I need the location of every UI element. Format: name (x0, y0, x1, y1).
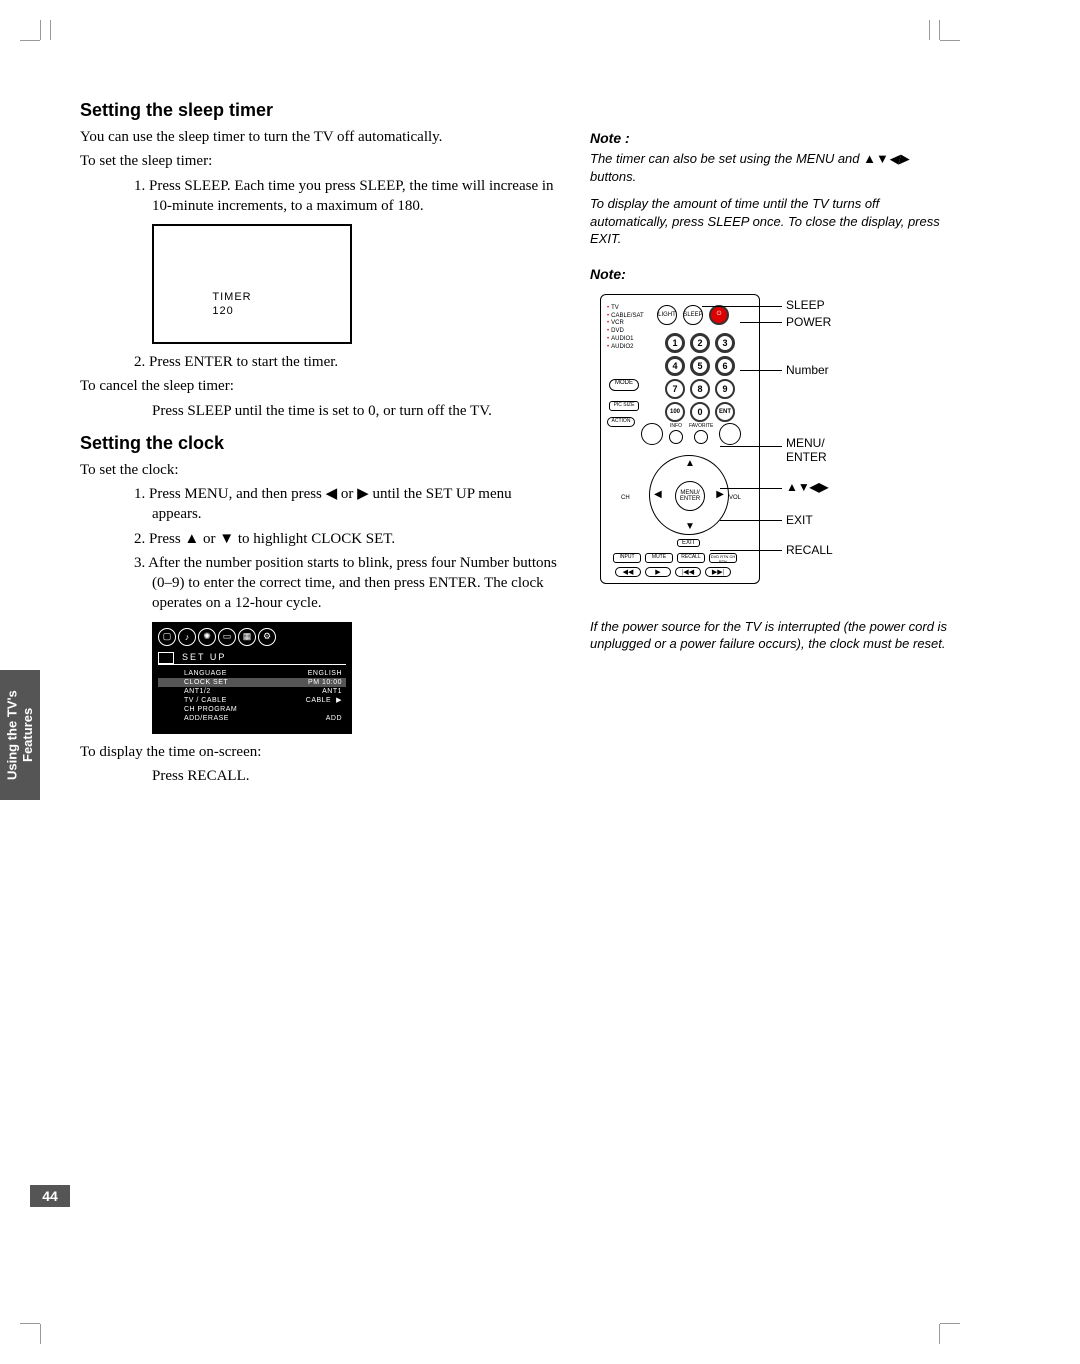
page-number: 44 (30, 1185, 70, 1207)
number-pad: 1 2 3 4 5 6 7 8 9 100 0 ENT (665, 333, 737, 422)
page-content: Using the TV's Features 44 Setting the s… (80, 100, 950, 790)
remote-diagram: TV CABLE/SAT VCR DVD AUDIO1 AUDIO2 LIGHT… (590, 288, 910, 608)
osd-line2: 120 (212, 304, 251, 318)
num-100: 100 (665, 402, 685, 422)
setup-tab-icons: ▢ ♪ ✺ ▭ ▦ ⚙ (158, 628, 346, 646)
callout-sleep: SLEEP (786, 298, 825, 312)
num-9: 9 (715, 379, 735, 399)
remote-note-title: Note: (590, 266, 950, 282)
sleep-button: SLEEP (683, 305, 703, 325)
remote-footnote: If the power source for the TV is interr… (590, 618, 950, 653)
note-text-2: To display the amount of time until the … (590, 195, 950, 248)
action-button: ACTION (607, 417, 635, 427)
callout-power: POWER (786, 315, 831, 329)
transport-row: ◀◀ ▶ |◀◀ ▶▶| (615, 567, 731, 577)
tab-icon: ▦ (238, 628, 256, 646)
remote-body: TV CABLE/SAT VCR DVD AUDIO1 AUDIO2 LIGHT… (600, 294, 760, 584)
info-button (669, 430, 683, 444)
setup-row-highlighted: CLOCK SETPM 10:00 (158, 678, 346, 687)
setup-title: SET UP (158, 652, 346, 665)
intro-text: You can use the sleep timer to turn the … (80, 127, 560, 147)
cancel-step: Press SLEEP until the time is set to 0, … (80, 401, 560, 421)
menu-enter-button: MENU/ ENTER (675, 481, 705, 511)
picsize-button: PIC SIZE (609, 401, 639, 411)
fav-button (694, 430, 708, 444)
setup-row: ANT1/2ANT1 (158, 687, 346, 696)
setup-row: TV / CABLECABLE ▶ (158, 696, 346, 705)
dpad: ▲ ▼ ◀ ▶ MENU/ ENTER (649, 455, 729, 535)
tab-icon: ♪ (178, 628, 196, 646)
side-column: Note : The timer can also be set using t… (590, 100, 950, 790)
heading-sleep-timer: Setting the sleep timer (80, 100, 560, 121)
rew-icon: ◀◀ (615, 567, 641, 577)
mode-button: MODE (609, 379, 639, 391)
tab-icon: ✺ (198, 628, 216, 646)
note-text-1: The timer can also be set using the MENU… (590, 150, 950, 185)
tab-icon: ▢ (158, 628, 176, 646)
guide-button (641, 423, 663, 445)
callout-number: Number (786, 363, 829, 377)
step-1: 1. Press SLEEP. Each time you press SLEE… (80, 176, 560, 217)
play-icon: ▶ (645, 567, 671, 577)
exit-button: EXIT (677, 539, 700, 547)
device-list: TV CABLE/SAT VCR DVD AUDIO1 AUDIO2 (607, 305, 644, 352)
tab-icon: ▭ (218, 628, 236, 646)
num-3: 3 (715, 333, 735, 353)
cancel-lead: To cancel the sleep timer: (80, 376, 560, 396)
ent-button: ENT (715, 402, 735, 422)
setup-row: ADD/ERASEADD (158, 714, 346, 723)
power-button: ⏻ (709, 305, 729, 325)
num-5: 5 (690, 356, 710, 376)
clock-step-2: 2. Press ▲ or ▼ to highlight CLOCK SET. (80, 529, 560, 549)
light-button: LIGHT (657, 305, 677, 325)
mid-row: INFO FAVORITE (641, 423, 741, 445)
side-button (719, 423, 741, 445)
step-2: 2. Press ENTER to start the timer. (80, 352, 560, 372)
heading-clock: Setting the clock (80, 433, 560, 454)
clock-lead: To set the clock: (80, 460, 560, 480)
clock-step-3: 3. After the number position starts to b… (80, 553, 560, 614)
prev-icon: |◀◀ (675, 567, 701, 577)
clock-step-1: 1. Press MENU, and then press ◀ or ▶ unt… (80, 484, 560, 525)
num-8: 8 (690, 379, 710, 399)
num-1: 1 (665, 333, 685, 353)
num-0: 0 (690, 402, 710, 422)
main-column: Setting the sleep timer You can use the … (80, 100, 560, 790)
num-6: 6 (715, 356, 735, 376)
osd-timer-screenshot: TIMER 120 (152, 224, 352, 344)
tv-icon (158, 652, 174, 664)
tab-icon: ⚙ (258, 628, 276, 646)
bottom-row: INPUT MUTE RECALL DVD RTN CH RTN (613, 553, 737, 563)
setup-row: LANGUAGEENGLISH (158, 669, 346, 678)
display-step: Press RECALL. (80, 766, 560, 786)
chapter-tab: Using the TV's Features (0, 670, 40, 800)
callout-recall: RECALL (786, 543, 833, 557)
callout-menu: MENU/ ENTER (786, 436, 827, 464)
num-2: 2 (690, 333, 710, 353)
display-lead: To display the time on-screen: (80, 742, 560, 762)
next-icon: ▶▶| (705, 567, 731, 577)
callout-exit: EXIT (786, 513, 813, 527)
num-4: 4 (665, 356, 685, 376)
ch-label: CH (621, 495, 630, 501)
osd-setup-screenshot: ▢ ♪ ✺ ▭ ▦ ⚙ SET UP LANGUAGEENGLISH CLOCK… (152, 622, 352, 734)
osd-line1: TIMER (212, 290, 251, 304)
note-title: Note : (590, 130, 950, 146)
lead-text: To set the sleep timer: (80, 151, 560, 171)
vol-label: VOL (729, 495, 741, 501)
setup-row: CH PROGRAM (158, 705, 346, 714)
callout-arrows: ▲▼◀▶ (786, 480, 828, 494)
num-7: 7 (665, 379, 685, 399)
